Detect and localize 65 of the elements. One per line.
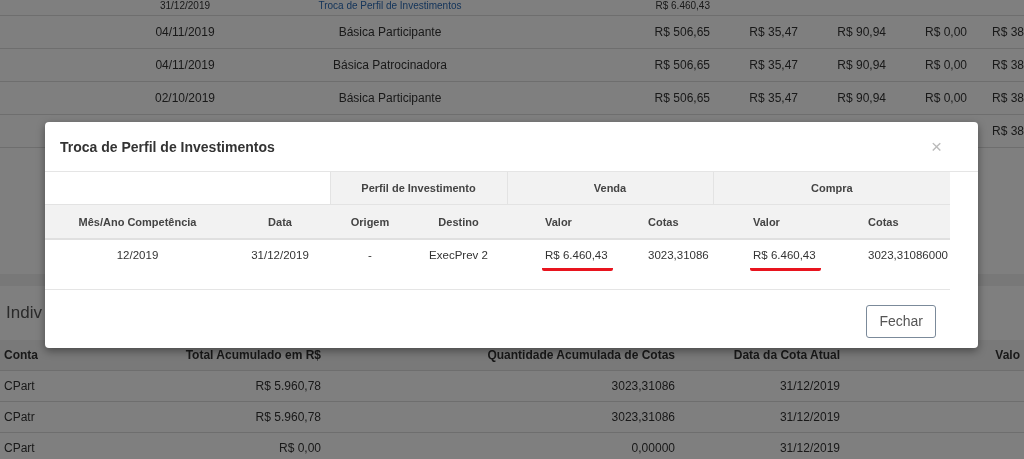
table-cell-text: 04/11/2019 xyxy=(154,58,216,72)
table-cell-text: R$ 38 xyxy=(990,25,1024,39)
dialog-title: Troca de Perfil de Investimentos xyxy=(60,138,275,155)
column-group-header: Venda xyxy=(507,172,713,205)
table-cell-text: R$ 35,47 xyxy=(748,25,798,39)
table-cell-text: Básica Patrocinadora xyxy=(331,58,449,72)
column-group-header: Compra xyxy=(713,172,950,205)
close-dialog-button[interactable]: Fechar xyxy=(866,304,936,338)
table-cell-text: 3023,31086 xyxy=(610,379,675,393)
table-cell-text: R$ 38 xyxy=(990,58,1024,72)
column-header: Valo xyxy=(994,348,1020,362)
table-cell-text: 31/12/2019 xyxy=(251,249,309,263)
close-button[interactable]: × xyxy=(930,137,942,156)
table-cell-text: R$ 90,94 xyxy=(836,25,886,39)
table-cell-text: 12/2019 xyxy=(116,249,159,263)
table-cell-text: R$ 0,00 xyxy=(923,91,967,105)
table-cell-text: R$ 35,47 xyxy=(748,91,798,105)
table-cell-text: R$ 5.960,78 xyxy=(254,379,321,393)
table-cell-text: 31/12/2019 xyxy=(778,379,840,393)
column-header: Origem xyxy=(330,204,410,239)
table-cell: R$ 6.460,43 xyxy=(750,249,821,271)
column-header: Valor xyxy=(713,204,830,239)
column-header: Valor xyxy=(507,204,620,239)
column-header: Mês/Ano Competência xyxy=(45,204,230,239)
table-cell-text: CPart xyxy=(3,379,36,393)
table-cell-text: R$ 6.460,43 xyxy=(654,0,710,12)
history-link[interactable]: Troca de Perfil de Investimentos xyxy=(230,0,550,12)
table-cell-text: - xyxy=(368,249,372,263)
column-header: Total Acumulado em R$ xyxy=(184,348,321,362)
table-cell-text: 31/12/2019 xyxy=(778,410,840,424)
table-cell-text: R$ 0,00 xyxy=(923,25,967,39)
column-header: Conta xyxy=(3,348,39,362)
table-cell-text: 0,00000 xyxy=(630,441,675,455)
table-cell-text: ExecPrev 2 xyxy=(429,249,488,263)
table-cell-text: R$ 0,00 xyxy=(277,441,321,455)
table-cell-text: R$ 38 xyxy=(990,124,1024,138)
table-cell-text: R$ 0,00 xyxy=(923,58,967,72)
table-cell-text: Básica Participante xyxy=(337,25,443,39)
section-title: Indiv xyxy=(6,303,42,323)
table-cell: R$ 6.460,43 xyxy=(542,249,613,271)
table-cell-text: 3023,31086000 xyxy=(868,249,948,263)
table-cell-text: R$ 38 xyxy=(990,91,1024,105)
column-header: Data xyxy=(230,204,330,239)
table-cell-text: 31/12/2019 xyxy=(778,441,840,455)
column-group-header: Perfil de Investimento xyxy=(330,172,507,205)
table-cell-text: Básica Participante xyxy=(337,91,443,105)
table-cell-text: R$ 506,65 xyxy=(653,58,710,72)
column-header: Cotas xyxy=(620,204,713,239)
table-cell-text: 3023,31086 xyxy=(610,410,675,424)
column-header: Destino xyxy=(410,204,507,239)
table-cell-text: R$ 35,47 xyxy=(748,58,798,72)
table-cell-text: CPatr xyxy=(3,410,36,424)
table-cell-text: 04/11/2019 xyxy=(154,25,216,39)
table-cell-text: R$ 90,94 xyxy=(836,58,886,72)
table-cell-text: 02/10/2019 xyxy=(153,91,217,105)
column-header: Cotas xyxy=(830,204,950,239)
column-header: Data da Cota Atual xyxy=(732,348,840,362)
table-cell-text: 31/12/2019 xyxy=(158,0,212,12)
table-cell-text: R$ 5.960,78 xyxy=(254,410,321,424)
table-cell-text: R$ 90,94 xyxy=(836,91,886,105)
table-cell-text: CPart xyxy=(3,441,36,455)
table-cell-text: 3023,31086 xyxy=(648,249,709,263)
table-cell-text: R$ 506,65 xyxy=(653,91,710,105)
table-cell-text: R$ 506,65 xyxy=(653,25,710,39)
column-header: Quantidade Acumulada de Cotas xyxy=(486,348,675,362)
